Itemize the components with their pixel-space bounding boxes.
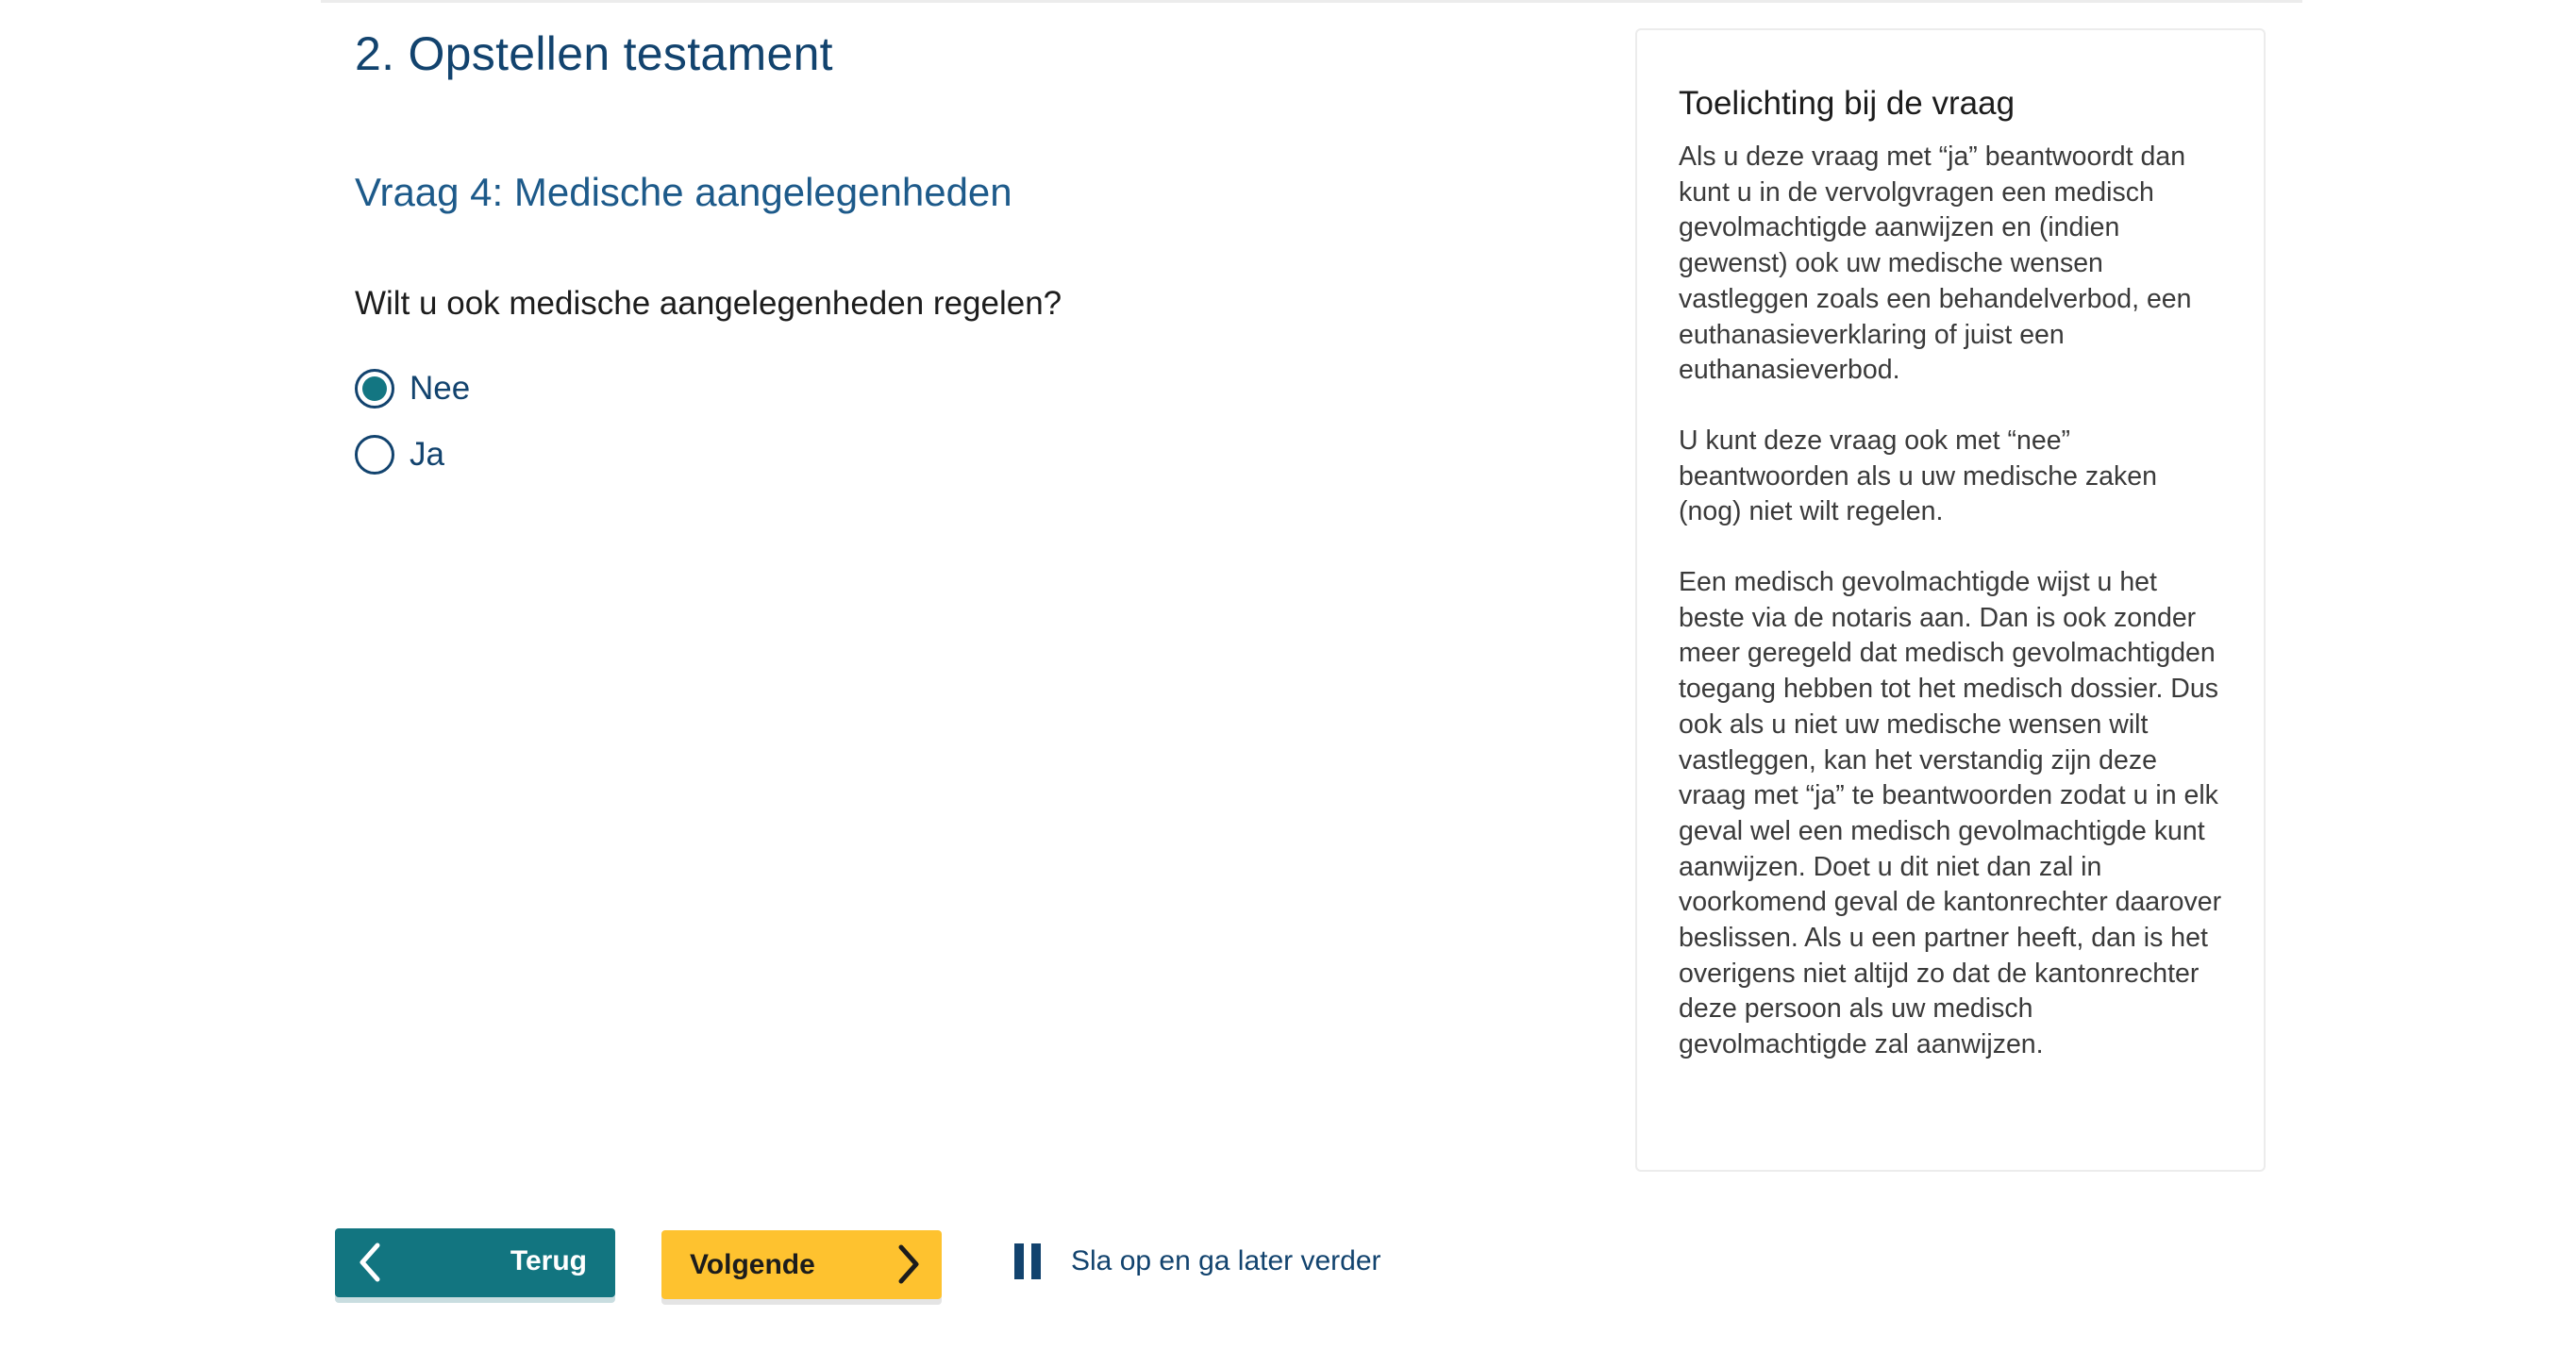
radio-option-nee[interactable]: Nee <box>355 368 470 409</box>
radio-label-ja[interactable]: Ja <box>410 436 444 474</box>
chevron-left-icon <box>356 1242 384 1291</box>
radio-button-selected[interactable] <box>355 369 394 409</box>
radio-selected-dot <box>362 376 387 401</box>
section-title: 2. Opstellen testament <box>355 27 833 80</box>
chevron-right-icon <box>895 1243 923 1293</box>
help-title: Toelichting bij de vraag <box>1679 85 2016 122</box>
help-paragraph: U kunt deze vraag ook met “nee” beantwoo… <box>1679 425 2157 527</box>
save-later-label: Sla op en ga later verder <box>1071 1245 1381 1276</box>
pause-icon <box>1014 1243 1043 1279</box>
top-divider <box>321 0 2302 3</box>
radio-option-ja[interactable]: Ja <box>355 434 470 475</box>
next-button[interactable]: Volgende <box>661 1230 942 1299</box>
radio-group: Nee Ja <box>355 368 470 500</box>
next-button-label: Volgende <box>690 1249 815 1280</box>
save-later-link[interactable]: Sla op en ga later verder <box>1014 1243 1381 1279</box>
question-title: Vraag 4: Medische aangelegenheden <box>355 170 1012 214</box>
back-button-label: Terug <box>510 1245 587 1276</box>
help-panel: Toelichting bij de vraag Als u deze vraa… <box>1635 28 2266 1172</box>
radio-button-unselected[interactable] <box>355 435 394 475</box>
help-paragraph: Als u deze vraag met “ja” beantwoordt da… <box>1679 142 2192 386</box>
page: 2. Opstellen testament Vraag 4: Medische… <box>0 0 2576 1351</box>
question-text: Wilt u ook medische aangelegenheden rege… <box>355 285 1062 322</box>
radio-label-nee[interactable]: Nee <box>410 370 470 408</box>
back-button[interactable]: Terug <box>335 1228 615 1297</box>
help-paragraph: Een medisch gevolmachtigde wijst u het b… <box>1679 567 2222 1060</box>
